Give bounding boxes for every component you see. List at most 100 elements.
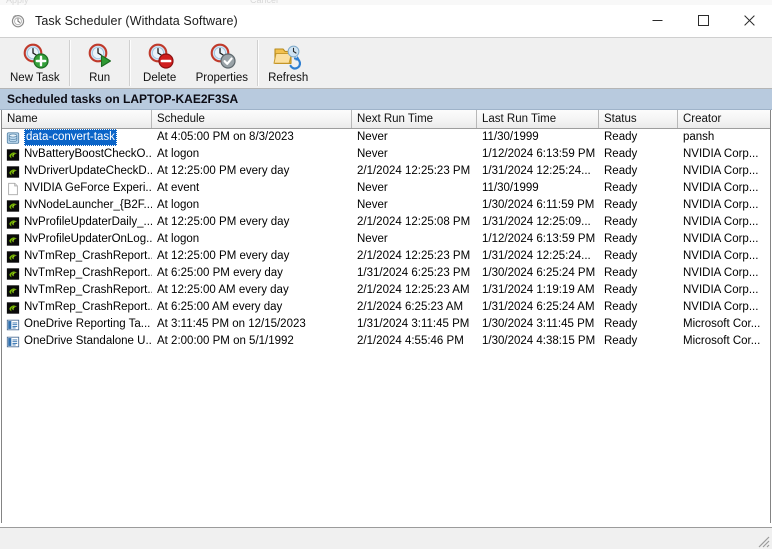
- close-button[interactable]: [726, 5, 772, 36]
- minimize-button[interactable]: [634, 5, 680, 36]
- cell-status: Ready: [604, 233, 638, 245]
- cell-next-run-time: 2/1/2024 12:25:23 PM: [357, 165, 471, 177]
- maximize-button[interactable]: [680, 5, 726, 36]
- cell-next-run-time: Never: [357, 148, 388, 160]
- refresh-label: Refresh: [268, 72, 309, 84]
- cell-creator: NVIDIA Corp...: [683, 301, 759, 313]
- table-row[interactable]: data-convert-task At 4:05:00 PM on 8/3/20…: [2, 129, 770, 146]
- table-row[interactable]: NVIDIA GeForce Experi... At event Never 11/…: [2, 180, 770, 197]
- cell-schedule: At 6:25:00 AM every day: [157, 301, 283, 313]
- nvidia-icon: [6, 199, 20, 212]
- nvidia-icon: [6, 148, 20, 161]
- cell-last-run-time: 1/31/2024 6:25:24 AM: [482, 301, 595, 313]
- cell-status: Ready: [604, 301, 638, 313]
- cell-name: NvProfileUpdaterDaily_...: [2, 214, 152, 231]
- column-header-status[interactable]: Status: [599, 110, 678, 128]
- cell-name: NvTmRep_CrashReport...: [2, 282, 152, 299]
- cell-last-run-time: 1/30/2024 6:11:59 PM: [482, 199, 595, 211]
- table-row[interactable]: NvDriverUpdateCheckD... At 12:25:00 PM ev…: [2, 163, 770, 180]
- new-task-label: New Task: [10, 72, 60, 84]
- cell-name: NvDriverUpdateCheckD...: [2, 163, 152, 180]
- delete-button[interactable]: Delete: [132, 38, 188, 88]
- task-name-label: NvTmRep_CrashReport...: [24, 250, 152, 262]
- column-header-creator[interactable]: Creator: [678, 110, 770, 128]
- folder-refresh-icon: [272, 41, 304, 71]
- nvidia-icon: [6, 301, 20, 314]
- nvidia-icon: [6, 250, 20, 263]
- cell-status: Ready: [604, 199, 638, 211]
- clock-minus-icon: [144, 41, 176, 71]
- toolbar-separator: [68, 40, 71, 86]
- cell-schedule: At 12:25:00 PM every day: [157, 165, 290, 177]
- task-name-label: NvNodeLauncher_{B2F...: [24, 199, 152, 211]
- cell-creator: NVIDIA Corp...: [683, 250, 759, 262]
- cell-name: NvTmRep_CrashReport...: [2, 299, 152, 316]
- cell-next-run-time: Never: [357, 131, 388, 143]
- cell-creator: NVIDIA Corp...: [683, 284, 759, 296]
- app-clock-icon: [10, 13, 26, 29]
- cell-schedule: At 2:00:00 PM on 5/1/1992: [157, 335, 294, 347]
- table-row[interactable]: OneDrive Reporting Ta... At 3:11:45 PM on…: [2, 316, 770, 333]
- clock-play-icon: [84, 41, 116, 71]
- cell-next-run-time: 1/31/2024 6:25:23 PM: [357, 267, 471, 279]
- cell-status: Ready: [604, 182, 638, 194]
- properties-button[interactable]: Properties: [188, 38, 256, 88]
- cell-next-run-time: 2/1/2024 12:25:08 PM: [357, 216, 471, 228]
- cell-schedule: At 3:11:45 PM on 12/15/2023: [157, 318, 306, 330]
- cell-name: NVIDIA GeForce Experi...: [2, 180, 152, 197]
- tasks-list-view: Name Schedule Next Run Time Last Run Time St…: [1, 110, 771, 523]
- cell-last-run-time: 1/12/2024 6:13:59 PM: [482, 148, 596, 160]
- toolbar-separator: [128, 40, 131, 86]
- cell-creator: NVIDIA Corp...: [683, 199, 759, 211]
- cell-next-run-time: Never: [357, 199, 388, 211]
- cell-creator: pansh: [683, 131, 715, 143]
- new-task-button[interactable]: New Task: [2, 38, 68, 88]
- blank-doc-icon: [8, 182, 18, 195]
- cell-last-run-time: 1/31/2024 12:25:24...: [482, 250, 591, 262]
- task-name-label: data-convert-task: [24, 129, 117, 146]
- cell-schedule: At logon: [157, 233, 200, 245]
- column-header-next-run-time[interactable]: Next Run Time: [352, 110, 477, 128]
- run-button[interactable]: Run: [72, 38, 128, 88]
- cell-last-run-time: 1/31/2024 12:25:09...: [482, 216, 591, 228]
- refresh-button[interactable]: Refresh: [260, 38, 316, 88]
- cell-status: Ready: [604, 250, 638, 262]
- clock-check-icon: [206, 41, 238, 71]
- cell-status: Ready: [604, 284, 638, 296]
- resize-grip-icon[interactable]: [756, 534, 770, 548]
- cell-status: Ready: [604, 165, 638, 177]
- table-row[interactable]: NvTmRep_CrashReport... At 12:25:00 AM eve…: [2, 282, 770, 299]
- column-header-schedule[interactable]: Schedule: [152, 110, 352, 128]
- task-name-label: NvProfileUpdaterDaily_...: [24, 216, 152, 228]
- properties-label: Properties: [195, 72, 249, 84]
- task-name-label: OneDrive Standalone U...: [24, 335, 152, 347]
- table-row[interactable]: NvTmRep_CrashReport... At 6:25:00 PM ever…: [2, 265, 770, 282]
- cell-creator: NVIDIA Corp...: [683, 216, 759, 228]
- nvidia-icon: [6, 233, 20, 246]
- cell-schedule: At logon: [157, 199, 200, 211]
- cell-schedule: At logon: [157, 148, 200, 160]
- nvidia-icon: [6, 284, 20, 297]
- column-header-name[interactable]: Name: [2, 110, 152, 128]
- table-row[interactable]: NvProfileUpdaterOnLog... At logon Never 1/1…: [2, 231, 770, 248]
- task-name-label: NvTmRep_CrashReport...: [24, 301, 152, 313]
- cell-name: NvBatteryBoostCheckO...: [2, 146, 152, 163]
- column-header-last-run-time[interactable]: Last Run Time: [477, 110, 599, 128]
- table-row[interactable]: NvBatteryBoostCheckO... At logon Never 1/12…: [2, 146, 770, 163]
- cell-schedule: At 6:25:00 PM every day: [157, 267, 283, 279]
- cell-next-run-time: 1/31/2024 3:11:45 PM: [357, 318, 470, 330]
- cell-creator: Microsoft Cor...: [683, 335, 761, 347]
- window-controls: [634, 5, 772, 36]
- cell-creator: NVIDIA Corp...: [683, 267, 759, 279]
- cell-last-run-time: 1/30/2024 3:11:45 PM: [482, 318, 595, 330]
- table-row[interactable]: NvTmRep_CrashReport... At 6:25:00 AM ever…: [2, 299, 770, 316]
- cell-status: Ready: [604, 216, 638, 228]
- table-row[interactable]: NvTmRep_CrashReport... At 12:25:00 PM eve…: [2, 248, 770, 265]
- table-row[interactable]: NvProfileUpdaterDaily_... At 12:25:00 PM …: [2, 214, 770, 231]
- table-row[interactable]: NvNodeLauncher_{B2F... At logon Never 1/30/…: [2, 197, 770, 214]
- task-name-label: NvProfileUpdaterOnLog...: [24, 233, 152, 245]
- table-row[interactable]: OneDrive Standalone U... At 2:00:00 PM on…: [2, 333, 770, 350]
- cell-next-run-time: 2/1/2024 4:55:46 PM: [357, 335, 464, 347]
- cell-schedule: At 4:05:00 PM on 8/3/2023: [157, 131, 294, 143]
- onedrive-task-icon: [6, 336, 20, 347]
